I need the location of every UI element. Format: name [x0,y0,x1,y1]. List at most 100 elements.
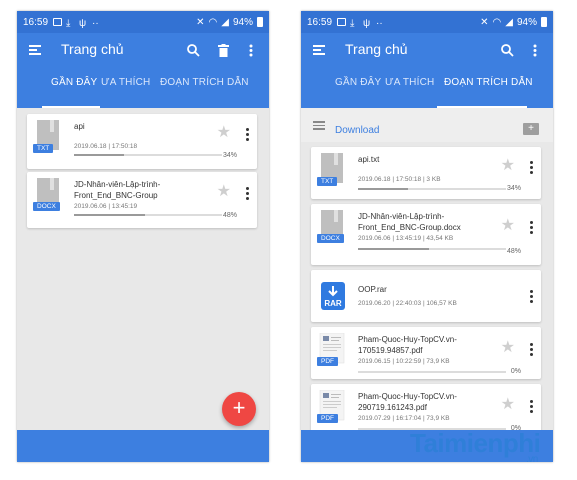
download-notification-icon: ⤓ [66,18,71,29]
file-card[interactable]: DOCX JD-Nhân-viên-Lập-trình-Front_End_BN… [27,172,257,228]
item-more-icon[interactable] [246,187,249,202]
signal-icon: ◢ [221,16,229,28]
search-icon[interactable] [497,40,517,60]
phone-screen-quotes: 16:59 ⤓ ψ ·· ✕ ◠ ◢ 94% Trang chủ GẦN ĐÂY… [301,11,553,462]
status-time: 16:59 [307,16,333,28]
rar-archive-icon: RAR [321,282,345,310]
favorite-star-icon[interactable]: ★ [501,397,515,413]
file-card[interactable]: TXT api.txt 2019.06.18 | 17:50:18 | 3 KB… [311,147,541,199]
file-type-badge: PDF [317,357,338,366]
item-more-icon[interactable] [246,128,249,143]
more-options-icon[interactable] [525,40,545,60]
file-name: Pham-Quoc-Huy-TopCV.vn-290719.161243.pdf [358,392,457,412]
status-bar: 16:59 ⤓ ψ ·· ✕ ◠ ◢ 94% [301,11,553,33]
page-title: Trang chủ [345,41,408,57]
pdf-page-thumbnail-icon: PDF [317,389,347,426]
usb-notification-icon: ψ [79,18,87,29]
file-meta: 2019.06.06 | 13:45:19 [74,203,138,210]
battery-percent: 94% [516,16,537,28]
file-name: Pham-Quoc-Huy-TopCV.vn-170519.94857.pdf [358,335,457,355]
read-progress-bar [74,214,222,216]
file-meta: 2019.06.15 | 10:22:59 | 73,9 KB [358,358,450,365]
wifi-icon: ◠ [492,16,502,28]
watermark-logo: Taimienphi .vn [410,428,541,465]
app-bar: 16:59 ⤓ ψ ·· ✕ ◠ ◢ 94% Trang chủ GẦN ĐÂY… [301,11,553,108]
favorite-star-icon[interactable]: ★ [501,340,515,356]
read-progress-bar [74,154,222,156]
file-name: OOP.rar [358,285,387,294]
tab-bar: GẦN ĐÂY ƯA THÍCH ĐOẠN TRÍCH DẪN [301,71,553,108]
tab-bar: GẦN ĐÂY ƯA THÍCH ĐOẠN TRÍCH DẪN [17,71,269,108]
file-type-badge: PDF [317,414,338,423]
more-notifications-icon: ·· [376,18,383,29]
read-progress-bar [358,188,506,190]
favorite-star-icon[interactable]: ★ [217,184,231,200]
battery-icon [541,17,547,27]
favorite-star-icon[interactable]: ★ [217,125,231,141]
document-thumbnail-icon: TXT [33,120,63,156]
read-progress-bar [358,371,506,373]
active-tab-indicator [42,106,100,108]
read-percent: 34% [222,152,237,159]
signal-icon: ◢ [505,16,513,28]
file-type-badge: DOCX [317,234,344,243]
gallery-notification-icon [337,18,347,26]
file-name: JD-Nhân-viên-Lập-trình-Front_End_BNC-Gro… [358,212,461,232]
file-meta: 2019.06.20 | 22:40:03 | 106,57 KB [358,300,457,307]
usb-notification-icon: ψ [363,18,371,29]
item-more-icon[interactable] [530,290,533,305]
tab-quotes[interactable]: ĐOẠN TRÍCH DẪN [160,77,249,88]
gallery-notification-icon [53,18,63,26]
download-notification-icon: ⤓ [350,18,355,29]
more-options-icon[interactable] [241,40,261,60]
mute-icon: ✕ [196,16,205,28]
folder-name[interactable]: Download [335,125,379,136]
watermark-text: Taimienphi [410,428,541,458]
status-time: 16:59 [23,16,49,28]
file-meta: 2019.06.18 | 17:50:18 [74,143,138,150]
toolbar: Trang chủ [301,33,553,67]
add-folder-icon[interactable]: + [523,123,539,135]
favorite-star-icon[interactable]: ★ [501,158,515,174]
battery-percent: 94% [232,16,253,28]
file-name: api [74,122,85,131]
file-card[interactable]: TXT api 2019.06.18 | 17:50:18 34% ★ [27,114,257,169]
favorite-star-icon[interactable]: ★ [501,218,515,234]
item-more-icon[interactable] [530,161,533,176]
add-fab-button[interactable]: + [222,392,256,426]
folder-header: Download + [301,108,553,142]
app-bar: 16:59 ⤓ ψ ·· ✕ ◠ ◢ 94% Trang chủ GẦN ĐÂY… [17,11,269,108]
item-more-icon[interactable] [530,221,533,236]
page-title: Trang chủ [61,41,124,57]
tab-favorites[interactable]: ƯA THÍCH [385,77,434,88]
rar-icon-label: RAR [324,299,342,308]
phone-screen-recent: 16:59 ⤓ ψ ·· ✕ ◠ ◢ 94% Trang chủ GẦN ĐÂY… [17,11,269,462]
file-card[interactable]: RAR OOP.rar 2019.06.20 | 22:40:03 | 106,… [311,270,541,322]
menu-icon[interactable] [313,45,325,55]
item-more-icon[interactable] [530,343,533,358]
file-type-badge: TXT [317,177,338,186]
search-icon[interactable] [183,40,203,60]
read-percent: 34% [506,185,521,192]
tab-recent[interactable]: GẦN ĐÂY [51,77,97,88]
list-view-icon[interactable] [313,121,325,132]
tab-quotes[interactable]: ĐOẠN TRÍCH DẪN [444,77,533,88]
tab-recent[interactable]: GẦN ĐÂY [335,77,381,88]
document-thumbnail-icon: DOCX [317,210,347,246]
item-more-icon[interactable] [530,400,533,415]
file-type-badge: TXT [33,144,54,153]
file-card[interactable]: DOCX JD-Nhân-viên-Lập-trình-Front_End_BN… [311,204,541,265]
read-percent: 48% [506,248,521,255]
file-card[interactable]: PDF Pham-Quoc-Huy-TopCV.vn-170519.94857.… [311,327,541,379]
read-progress-bar [358,248,506,250]
file-type-badge: DOCX [33,202,60,211]
delete-icon[interactable] [213,40,233,60]
document-thumbnail-icon: DOCX [33,178,63,214]
mute-icon: ✕ [480,16,489,28]
file-name: JD-Nhân-viên-Lập-trình-Front_End_BNC-Gro… [74,180,161,200]
document-thumbnail-icon: TXT [317,153,347,189]
menu-icon[interactable] [29,45,41,55]
file-meta: 2019.06.18 | 17:50:18 | 3 KB [358,176,441,183]
tab-favorites[interactable]: ƯA THÍCH [101,77,150,88]
watermark-suffix: .vn [526,454,538,465]
